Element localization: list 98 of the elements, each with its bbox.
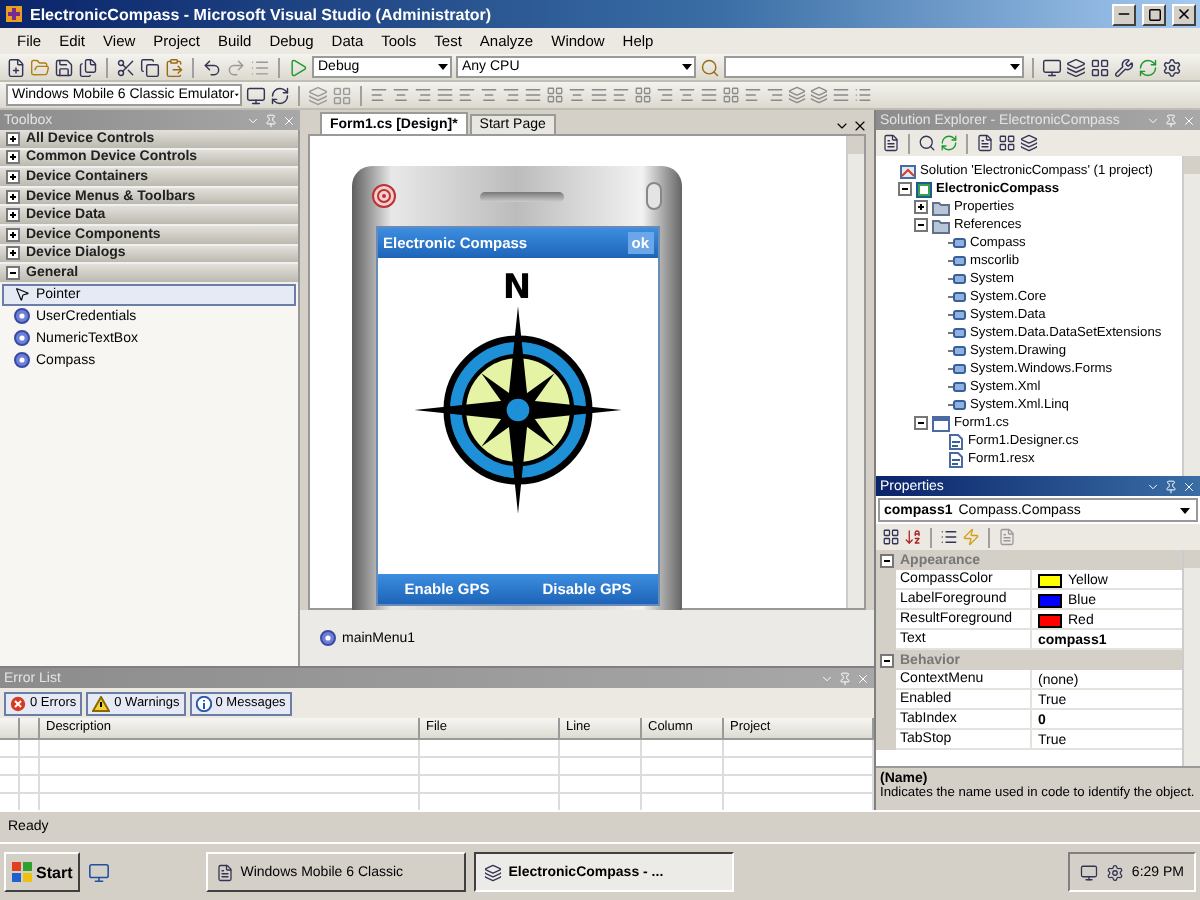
reference-icon (948, 272, 966, 286)
layers-icon[interactable] (1020, 134, 1038, 152)
undo-icon[interactable] (202, 57, 222, 77)
close-icon[interactable] (852, 118, 868, 134)
save-all-icon[interactable] (78, 57, 98, 77)
align-center-icon[interactable] (480, 86, 498, 104)
settings-icon[interactable] (1162, 57, 1182, 77)
expand-icon[interactable] (914, 200, 928, 214)
start-button[interactable]: Start (4, 852, 81, 892)
vertical-scrollbar[interactable] (846, 136, 864, 608)
align-justify-icon[interactable] (590, 86, 608, 104)
reference-icon (948, 236, 966, 250)
align-center-icon[interactable] (568, 86, 586, 104)
wrench-icon[interactable] (1114, 57, 1134, 77)
app-icon (4, 4, 24, 24)
align-left-icon[interactable] (612, 86, 630, 104)
list-icon[interactable] (940, 528, 958, 546)
maximize-icon (1147, 7, 1161, 21)
align-left-icon[interactable] (458, 86, 476, 104)
reference-icon (948, 398, 966, 412)
layers-icon[interactable] (1066, 57, 1086, 77)
reference-icon (948, 362, 966, 376)
minimize-button[interactable] (1112, 3, 1136, 25)
document-icon (216, 863, 235, 881)
align-justify-icon[interactable] (436, 86, 454, 104)
align-center-icon[interactable] (392, 86, 410, 104)
north-label: N (502, 274, 532, 302)
scissors-icon[interactable] (116, 57, 136, 77)
reference-icon (948, 344, 966, 358)
collapse-icon[interactable] (898, 182, 912, 196)
collapse-icon[interactable] (914, 416, 928, 430)
column-header[interactable] (20, 718, 40, 740)
expand-icon[interactable] (6, 208, 20, 223)
monitor-icon[interactable] (246, 85, 266, 105)
grid-icon[interactable] (1090, 57, 1110, 77)
windows-flag-icon (12, 862, 32, 882)
layers-icon (484, 863, 503, 881)
warning-icon (92, 695, 111, 711)
dropdown-icon[interactable] (834, 118, 850, 134)
info-icon (195, 695, 212, 711)
collapse-icon[interactable] (880, 553, 894, 567)
expand-icon[interactable] (6, 150, 20, 165)
find-icon[interactable] (700, 57, 720, 77)
collapse-icon[interactable] (914, 218, 928, 232)
copy-icon[interactable] (140, 57, 160, 77)
expand-icon[interactable] (6, 227, 20, 242)
error-icon (10, 695, 26, 711)
save-icon[interactable] (54, 57, 74, 77)
align-left-icon[interactable] (744, 86, 762, 104)
window-title: ElectronicCompass - Microsoft Visual Studio (Administrator) (30, 5, 494, 23)
window-icon (932, 415, 950, 431)
collapse-icon[interactable] (880, 653, 894, 667)
paste-icon[interactable] (164, 57, 184, 77)
find-dropdown[interactable] (724, 56, 1024, 78)
align-center-icon[interactable] (678, 86, 696, 104)
align-right-icon[interactable] (656, 86, 674, 104)
align-right-icon[interactable] (502, 86, 520, 104)
pin-icon[interactable] (1164, 479, 1178, 493)
vertical-scrollbar[interactable] (1182, 156, 1200, 476)
pointer-icon (14, 286, 30, 303)
align-justify-icon[interactable] (832, 86, 850, 104)
align-justify-icon[interactable] (700, 86, 718, 104)
expand-icon[interactable] (6, 189, 20, 204)
reference-icon (948, 290, 966, 304)
monitor-icon[interactable] (1042, 57, 1062, 77)
reference-icon (948, 326, 966, 340)
expand-icon[interactable] (6, 169, 20, 184)
reference-icon (948, 380, 966, 394)
target-icon (372, 184, 396, 208)
close-button[interactable] (1172, 3, 1196, 25)
expand-icon[interactable] (6, 246, 20, 261)
align-justify-icon[interactable] (524, 86, 542, 104)
grid-icon[interactable] (998, 134, 1016, 152)
new-file-icon[interactable] (6, 57, 26, 77)
maximize-button[interactable] (1142, 3, 1166, 25)
collapse-icon[interactable] (6, 265, 20, 280)
reference-icon (948, 308, 966, 322)
solution-icon (900, 163, 916, 179)
categorized-icon[interactable] (882, 528, 900, 546)
align-left-icon[interactable] (370, 86, 388, 104)
align-right-icon[interactable] (766, 86, 784, 104)
reference-icon (948, 254, 966, 268)
play-icon[interactable] (288, 57, 308, 77)
search-icon[interactable] (918, 134, 936, 152)
expand-icon[interactable] (6, 131, 20, 146)
desktop-icon[interactable] (88, 861, 111, 883)
close-icon (1176, 6, 1192, 22)
align-right-icon[interactable] (414, 86, 432, 104)
document-icon[interactable] (882, 134, 900, 152)
document-icon[interactable] (976, 134, 994, 152)
sort-icon[interactable] (904, 528, 922, 546)
vertical-scrollbar[interactable] (1182, 550, 1200, 766)
speaker-slot (479, 191, 563, 201)
settings-icon[interactable] (1105, 863, 1124, 881)
project-icon (916, 181, 932, 197)
gear-icon (320, 630, 336, 646)
refresh-icon[interactable] (270, 85, 290, 105)
column-header[interactable] (0, 718, 20, 740)
